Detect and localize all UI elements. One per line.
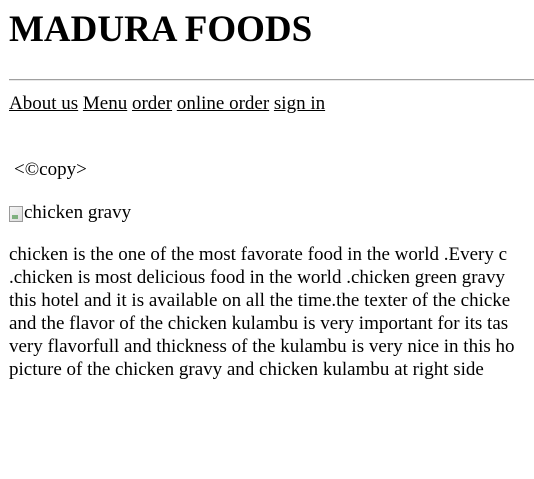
nav-link-online-order[interactable]: online order — [177, 93, 269, 114]
article-line: and the flavor of the chicken kulambu is… — [9, 313, 509, 334]
header-divider — [9, 79, 534, 81]
image-alt-text: chicken gravy — [24, 202, 132, 223]
article-line: this hotel and it is available on all th… — [9, 290, 511, 311]
site-title: MADURA FOODS — [9, 9, 313, 50]
article-line: chicken is the one of the most favorate … — [9, 244, 508, 265]
article-line: very flavorfull and thickness of the kul… — [9, 336, 515, 357]
article-text: chicken is the one of the most favorate … — [9, 243, 534, 381]
copyright-text: <©copy> — [14, 159, 87, 180]
page: MADURA FOODS About us Menu order online … — [0, 0, 534, 479]
main-nav: About us Menu order online order sign in — [9, 92, 325, 116]
nav-link-sign-in[interactable]: sign in — [274, 93, 325, 114]
nav-link-order[interactable]: order — [132, 93, 172, 114]
article-line: .chicken is most delicious food in the w… — [9, 267, 505, 288]
nav-link-about-us[interactable]: About us — [9, 93, 78, 114]
article-line: picture of the chicken gravy and chicken… — [9, 359, 484, 380]
nav-link-menu[interactable]: Menu — [83, 93, 127, 114]
chicken-gravy-image: chicken gravy — [9, 201, 131, 225]
broken-image-icon — [9, 206, 23, 222]
